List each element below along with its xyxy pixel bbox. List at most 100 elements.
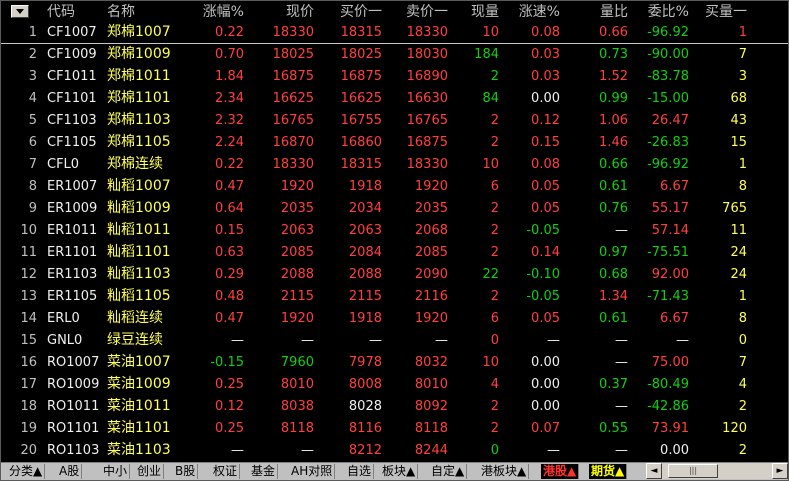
tab-7[interactable]: AH对照 <box>289 464 336 479</box>
cell-change-pct: 0.12 <box>215 399 244 414</box>
tab-3[interactable]: 创业 <box>135 464 165 479</box>
cell-bid: 16625 <box>340 91 382 106</box>
cell-bid: 7978 <box>348 355 382 370</box>
col-bid-qty[interactable]: 买量一 <box>705 3 747 21</box>
tab-13[interactable]: 期货▲ <box>589 464 628 479</box>
table-row[interactable]: 7 CFL0 郑棉连续 0.22 18330 18315 18330 10 0.08 0.66 -9… <box>1 154 788 176</box>
tab-2[interactable]: 中小 <box>101 464 131 479</box>
cell-volume-ratio: — <box>615 443 628 458</box>
row-index: 3 <box>28 69 37 84</box>
table-row[interactable]: 17 RO1009 菜油1009 0.25 8010 8008 8010 4 0.00 0.37 -… <box>1 374 788 396</box>
quote-window: 代码 名称 涨幅% 现价 买价一 卖价一 现量 涨速% 量比 委比% 买量一 1… <box>0 0 789 481</box>
table-row[interactable]: 6 CF1105 郑棉1105 2.24 16870 16860 16875 2 0.15 1.4… <box>1 132 788 154</box>
cell-order-ratio: -42.86 <box>647 399 689 414</box>
cell-bid: 1918 <box>348 311 382 326</box>
cell-volume-ratio: 0.99 <box>599 91 628 106</box>
contract-name: 郑棉连续 <box>107 156 163 172</box>
tab-11[interactable]: 港板块▲ <box>479 464 530 479</box>
cell-volume: 84 <box>482 91 499 106</box>
cell-volume: 2 <box>490 289 499 304</box>
cell-volume: 10 <box>482 157 499 172</box>
cell-volume-ratio: 1.46 <box>599 135 628 150</box>
cell-price: 2115 <box>280 289 314 304</box>
table-row[interactable]: 2 CF1009 郑棉1009 0.70 18025 18025 18030 184 0.03 0… <box>1 44 788 66</box>
col-change-pct[interactable]: 涨幅% <box>203 3 244 21</box>
cell-speed: — <box>547 443 560 458</box>
cell-change-pct: 0.63 <box>215 245 244 260</box>
cell-order-ratio: -83.78 <box>647 69 689 84</box>
table-row[interactable]: 1 CF1007 郑棉1007 0.22 18330 18315 18330 10 0.08 0.… <box>1 22 788 44</box>
cell-volume: 10 <box>482 25 499 40</box>
col-code[interactable]: 代码 <box>47 3 75 21</box>
cell-bid: 2115 <box>348 289 382 304</box>
column-header: 代码 名称 涨幅% 现价 买价一 卖价一 现量 涨速% 量比 委比% 买量一 <box>1 1 788 22</box>
col-name[interactable]: 名称 <box>107 3 135 21</box>
cell-order-ratio: -26.83 <box>647 135 689 150</box>
cell-speed: 0.08 <box>531 157 560 172</box>
table-row[interactable]: 3 CF1011 郑棉1011 1.84 16875 16875 16890 2 0.03 1.5… <box>1 66 788 88</box>
tab-10[interactable]: 自定▲ <box>429 464 468 479</box>
cell-bid: 8008 <box>348 377 382 392</box>
dropdown-arrow-icon[interactable] <box>11 5 29 18</box>
table-row[interactable]: 15 GNL0 绿豆连续 — — — — 0 — — — 0 <box>1 330 788 352</box>
cell-order-ratio: 92.00 <box>651 267 689 282</box>
table-row[interactable]: 20 RO1103 菜油1103 — — 8212 8244 0 — — 0.00 2 <box>1 440 788 462</box>
cell-volume-ratio: 0.37 <box>599 377 628 392</box>
cell-volume: 2 <box>490 201 499 216</box>
cell-price: 16875 <box>272 69 314 84</box>
col-volume[interactable]: 现量 <box>471 3 499 21</box>
tab-12[interactable]: 港股▲ <box>541 464 580 479</box>
table-row[interactable]: 12 ER1103 籼稻1103 0.29 2088 2088 2090 22 -0.10 0.6… <box>1 264 788 286</box>
cell-change-pct: 2.32 <box>215 113 244 128</box>
cell-speed: 0.05 <box>531 201 560 216</box>
col-speed[interactable]: 涨速% <box>519 3 560 21</box>
col-ask[interactable]: 卖价一 <box>406 3 448 21</box>
table-row[interactable]: 9 ER1009 籼稻1009 0.64 2035 2034 2035 2 0.05 0.76 55… <box>1 198 788 220</box>
col-price[interactable]: 现价 <box>286 3 314 21</box>
table-row[interactable]: 11 ER1101 籼稻1101 0.63 2085 2084 2085 2 0.14 0.97 -… <box>1 242 788 264</box>
cell-speed: 0.00 <box>531 377 560 392</box>
tab-1[interactable]: A股 <box>57 464 83 479</box>
cell-price: 8118 <box>280 421 314 436</box>
table-row[interactable]: 10 ER1011 籼稻1011 0.15 2063 2063 2068 2 -0.05 — 57.… <box>1 220 788 242</box>
cell-price: — <box>301 443 314 458</box>
cell-speed: 0.00 <box>531 399 560 414</box>
cell-ask: 8244 <box>414 443 448 458</box>
col-order-ratio[interactable]: 委比% <box>648 3 689 21</box>
cell-ask: 1920 <box>414 311 448 326</box>
row-index: 19 <box>20 421 37 436</box>
row-index: 1 <box>28 25 37 40</box>
row-index: 8 <box>28 179 37 194</box>
cell-bid-qty: 1 <box>738 289 747 304</box>
cell-order-ratio: -96.92 <box>647 157 689 172</box>
cell-bid-qty: 43 <box>730 113 747 128</box>
cell-change-pct: -0.15 <box>210 355 244 370</box>
tab-0[interactable]: 分类▲ <box>7 464 46 479</box>
table-row[interactable]: 18 RO1011 菜油1011 0.12 8038 8028 8092 2 0.00 — -42.… <box>1 396 788 418</box>
tab-9[interactable]: 板块▲ <box>380 464 419 479</box>
table-row[interactable]: 19 RO1101 菜油1101 0.25 8118 8116 8118 2 0.07 0.55 7… <box>1 418 788 440</box>
table-row[interactable]: 16 RO1007 菜油1007 -0.15 7960 7978 8032 10 0.00 — 75… <box>1 352 788 374</box>
table-row[interactable]: 4 CF1101 郑棉1101 2.34 16625 16625 16630 84 0.00 0.… <box>1 88 788 110</box>
table-row[interactable]: 14 ERL0 籼稻连续 0.47 1920 1918 1920 6 0.05 0.61 6.67 8 <box>1 308 788 330</box>
tab-8[interactable]: 自选 <box>345 464 375 479</box>
scroll-right-icon[interactable]: ► <box>772 463 788 479</box>
tab-4[interactable]: B股 <box>173 464 199 479</box>
contract-code: RO1103 <box>47 443 100 458</box>
table-row[interactable]: 5 CF1103 郑棉1103 2.32 16765 16755 16765 2 0.12 1.0… <box>1 110 788 132</box>
cell-bid-qty: 24 <box>730 267 747 282</box>
scroll-thumb[interactable]: ||| <box>668 464 718 478</box>
table-row[interactable]: 8 ER1007 籼稻1007 0.47 1920 1918 1920 6 0.05 0.61 6.… <box>1 176 788 198</box>
scroll-left-icon[interactable]: ◄ <box>646 463 662 479</box>
horizontal-scrollbar[interactable]: ◄ ||| ► <box>646 463 788 479</box>
cell-speed: 0.00 <box>531 355 560 370</box>
col-bid[interactable]: 买价一 <box>340 3 382 21</box>
cell-order-ratio: -71.43 <box>647 289 689 304</box>
cell-ask: 16875 <box>406 135 448 150</box>
cell-volume: 2 <box>490 223 499 238</box>
tab-5[interactable]: 权证 <box>211 464 241 479</box>
table-row[interactable]: 13 ER1105 籼稻1105 0.48 2115 2115 2116 2 -0.05 1.34… <box>1 286 788 308</box>
row-index: 5 <box>28 113 37 128</box>
tab-6[interactable]: 基金 <box>249 464 279 479</box>
col-volume-ratio[interactable]: 量比 <box>600 3 628 21</box>
